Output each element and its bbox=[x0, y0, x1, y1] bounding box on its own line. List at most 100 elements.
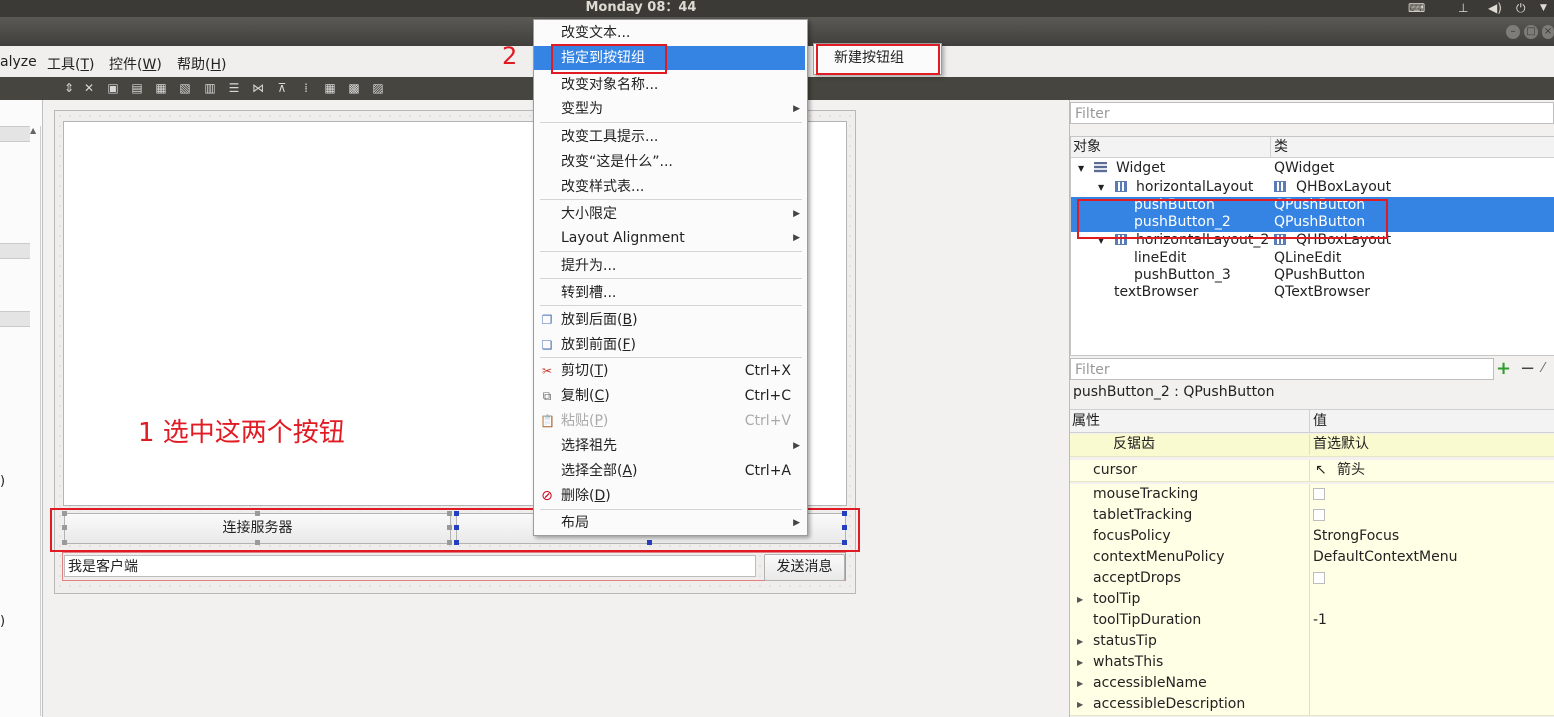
minimize-icon[interactable]: – bbox=[1506, 25, 1520, 39]
menu-item-layout[interactable]: 布局 ▶ bbox=[534, 511, 805, 535]
send-message-button[interactable]: 发送消息 bbox=[764, 554, 845, 581]
layout-vertical-icon[interactable]: ☰ bbox=[227, 81, 241, 95]
tablet-tracking-checkbox[interactable] bbox=[1313, 509, 1325, 521]
tree-row[interactable]: pushButton_3 QPushButton bbox=[1071, 267, 1554, 284]
property-object-title: pushButton_2 : QPushButton bbox=[1073, 384, 1275, 400]
column-property[interactable]: 属性 bbox=[1072, 410, 1100, 432]
configure-icon[interactable]: ⁄ bbox=[1542, 359, 1554, 379]
property-table[interactable]: 反锯齿 首选默认 cursor ↖ 箭头 mouseTracking tabletTr… bbox=[1070, 432, 1554, 717]
menu-item-copy[interactable]: ⧉ 复制(C) Ctrl+C bbox=[534, 384, 805, 408]
remove-property-icon[interactable]: − bbox=[1520, 359, 1536, 379]
property-row[interactable]: mouseTracking bbox=[1070, 484, 1554, 506]
volume-icon[interactable]: ◀) bbox=[1488, 0, 1502, 16]
menu-item-size-constraints[interactable]: 大小限定 ▶ bbox=[534, 202, 805, 226]
client-line-edit[interactable]: 我是客户端 bbox=[64, 555, 756, 577]
menu-widgets[interactable]: 控件(W) bbox=[109, 54, 162, 74]
property-filter-input[interactable]: Filter bbox=[1070, 358, 1494, 380]
property-row[interactable]: ▶ accessibleName bbox=[1070, 673, 1554, 695]
menu-analyze[interactable]: alyze bbox=[0, 54, 37, 70]
close-icon[interactable]: × bbox=[1542, 25, 1554, 39]
break-layout-grid-icon[interactable]: ▩ bbox=[347, 81, 361, 95]
adjust-size-icon[interactable]: ▨ bbox=[371, 81, 385, 95]
menu-item-layout-alignment[interactable]: Layout Alignment ▶ bbox=[534, 226, 805, 250]
mouse-tracking-checkbox[interactable] bbox=[1313, 488, 1325, 500]
scroll-up-icon[interactable]: ▲ bbox=[30, 126, 40, 136]
copy-icon: ⧉ bbox=[542, 389, 552, 403]
menu-item-morph-into[interactable]: 变型为 ▶ bbox=[534, 97, 805, 121]
property-row[interactable]: contextMenuPolicy DefaultContextMenu bbox=[1070, 547, 1554, 569]
layout-form-icon[interactable]: ⁞ bbox=[299, 81, 313, 95]
tree-row[interactable]: ▼ horizontalLayout QHBoxLayout bbox=[1071, 179, 1554, 196]
edit-signals-icon[interactable]: ▤ bbox=[130, 81, 144, 95]
maximize-icon[interactable]: □ bbox=[1524, 25, 1538, 39]
property-row[interactable]: tabletTracking bbox=[1070, 505, 1554, 527]
chevron-right-icon[interactable]: ▶ bbox=[1077, 589, 1083, 610]
system-clock[interactable]: Monday 08：44 bbox=[0, 0, 1282, 16]
left-strip-marker: ) bbox=[0, 474, 6, 489]
property-row[interactable]: cursor ↖ 箭头 bbox=[1070, 460, 1554, 482]
menu-item-promote-to[interactable]: 提升为... bbox=[534, 254, 805, 278]
keyboard-icon[interactable]: ⌨ bbox=[1408, 0, 1425, 16]
layout-grid-icon[interactable]: ▦ bbox=[323, 81, 337, 95]
menu-tools[interactable]: 工具(T) bbox=[47, 54, 95, 74]
menu-item-change-whats-this[interactable]: 改变“这是什么”... bbox=[534, 150, 805, 174]
property-row[interactable]: acceptDrops bbox=[1070, 568, 1554, 590]
edit-tab-order-icon[interactable]: ▧ bbox=[178, 81, 192, 95]
column-value[interactable]: 值 bbox=[1313, 410, 1327, 432]
widget-box-category[interactable] bbox=[0, 126, 30, 142]
menu-separator bbox=[540, 122, 802, 123]
menu-item-change-text[interactable]: 改变文本... bbox=[534, 21, 805, 45]
property-row[interactable]: ▶ whatsThis bbox=[1070, 652, 1554, 674]
tree-row[interactable]: ▼ Widget QWidget bbox=[1071, 160, 1554, 177]
chevron-down-icon[interactable]: ▼ bbox=[1540, 0, 1547, 16]
widget-box-category[interactable] bbox=[0, 243, 30, 259]
add-property-icon[interactable]: + bbox=[1496, 359, 1514, 379]
object-inspector-tree[interactable]: 对象 类 ▼ Widget QWidget ▼ horizontalLayout… bbox=[1070, 136, 1554, 356]
edit-widgets-icon[interactable]: ▣ bbox=[106, 81, 120, 95]
property-row[interactable]: 反锯齿 首选默认 bbox=[1070, 434, 1554, 457]
menu-item-cut[interactable]: ✂ 剪切(T) Ctrl+X bbox=[534, 359, 805, 383]
menu-item-paste[interactable]: 📋 粘贴(P) Ctrl+V bbox=[534, 409, 805, 433]
column-class[interactable]: 类 bbox=[1274, 137, 1288, 157]
property-row[interactable]: ▶ toolTip bbox=[1070, 589, 1554, 611]
chevron-right-icon[interactable]: ▶ bbox=[1077, 673, 1083, 694]
menu-separator bbox=[540, 199, 802, 200]
layout-split-horizontal-icon[interactable]: ⋈ bbox=[251, 81, 265, 95]
annotation-step-2: 2 bbox=[502, 42, 518, 70]
widget-box-category[interactable] bbox=[0, 311, 30, 327]
accept-drops-checkbox[interactable] bbox=[1313, 572, 1325, 584]
network-icon[interactable]: ⊥ bbox=[1458, 0, 1468, 16]
tree-row[interactable]: lineEdit QLineEdit bbox=[1071, 250, 1554, 267]
menu-item-change-stylesheet[interactable]: 改变样式表... bbox=[534, 175, 805, 199]
menu-item-go-to-slot[interactable]: 转到槽... bbox=[534, 281, 805, 305]
menu-item-select-all[interactable]: 选择全部(A) Ctrl+A bbox=[534, 459, 805, 483]
object-filter-input[interactable]: Filter bbox=[1070, 102, 1554, 124]
menu-item-send-to-back[interactable]: ❐ 放到后面(B) bbox=[534, 308, 805, 332]
sort-icon[interactable]: ⇕ bbox=[62, 81, 76, 95]
chevron-down-icon[interactable]: ▼ bbox=[1078, 160, 1084, 177]
menu-help[interactable]: 帮助(H) bbox=[177, 54, 226, 74]
menu-item-change-object-name[interactable]: 改变对象名称... bbox=[534, 73, 805, 97]
layout-split-vertical-icon[interactable]: ⊼ bbox=[275, 81, 289, 95]
system-top-bar: Monday 08：44 ⌨ ⊥ ◀) ⏻ ▼ bbox=[0, 0, 1554, 17]
property-row[interactable]: toolTipDuration -1 bbox=[1070, 610, 1554, 632]
power-icon[interactable]: ⏻ bbox=[1516, 0, 1526, 16]
layout-horizontal-icon[interactable]: ▥ bbox=[203, 81, 217, 95]
hbox-layout-icon bbox=[1274, 181, 1286, 192]
chevron-right-icon[interactable]: ▶ bbox=[1077, 652, 1083, 673]
menu-item-delete[interactable]: ⊘ 删除(D) bbox=[534, 484, 805, 508]
tree-row[interactable]: textBrowser QTextBrowser bbox=[1071, 284, 1554, 301]
menu-item-select-ancestor[interactable]: 选择祖先 ▶ bbox=[534, 434, 805, 458]
break-layout-icon[interactable]: ✕ bbox=[82, 81, 96, 95]
menu-item-bring-to-front[interactable]: ❏ 放到前面(F) bbox=[534, 333, 805, 357]
chevron-right-icon[interactable]: ▶ bbox=[1077, 694, 1083, 715]
chevron-down-icon[interactable]: ▼ bbox=[1098, 179, 1104, 196]
property-row[interactable]: ▶ accessibleDescription bbox=[1070, 694, 1554, 716]
column-object[interactable]: 对象 bbox=[1073, 137, 1101, 157]
chevron-right-icon[interactable]: ▶ bbox=[1077, 631, 1083, 652]
widget-icon bbox=[1094, 162, 1107, 173]
menu-item-change-tooltip[interactable]: 改变工具提示... bbox=[534, 125, 805, 149]
property-row[interactable]: focusPolicy StrongFocus bbox=[1070, 526, 1554, 548]
edit-buddies-icon[interactable]: ▦ bbox=[154, 81, 168, 95]
property-row[interactable]: ▶ statusTip bbox=[1070, 631, 1554, 653]
